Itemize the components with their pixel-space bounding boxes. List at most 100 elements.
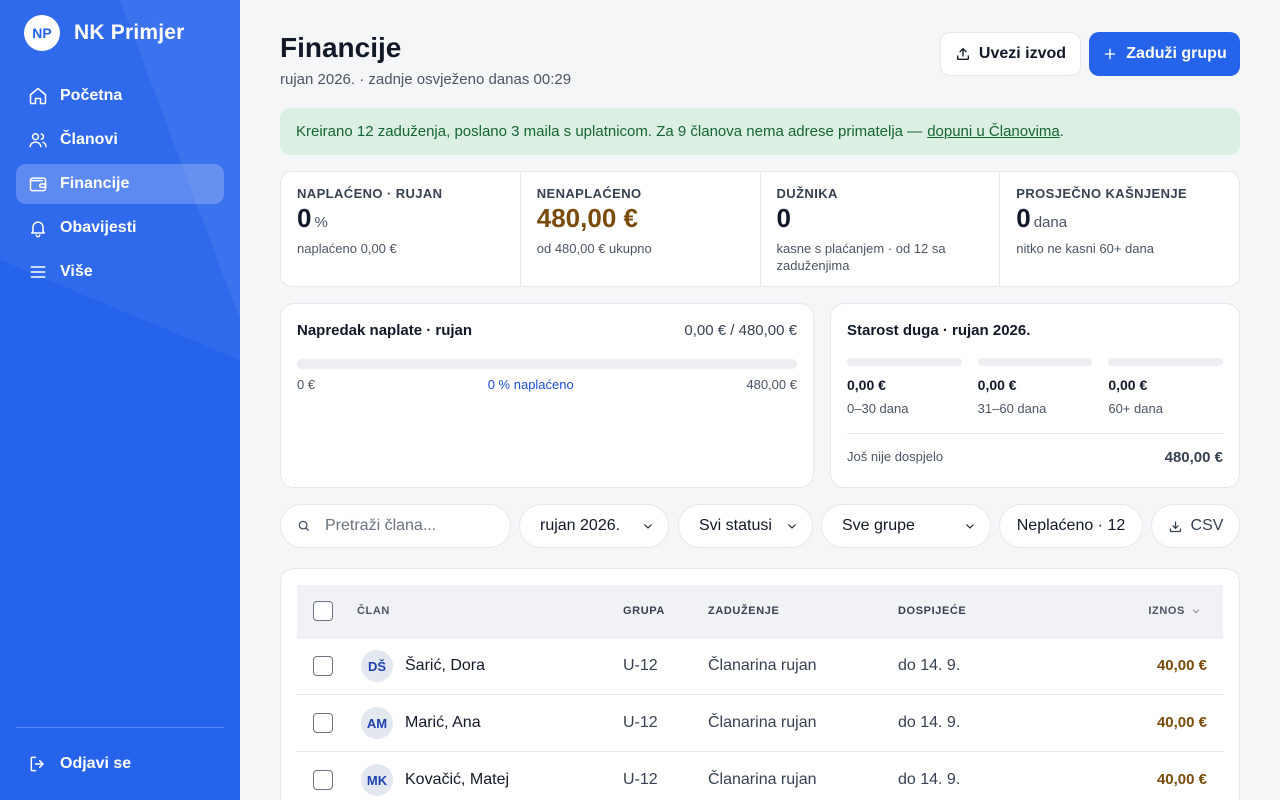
aging-label: 60+ dana	[1108, 401, 1163, 416]
progress-bar	[297, 359, 797, 369]
sidebar-item-financije[interactable]: Financije	[16, 164, 224, 204]
row-checkbox[interactable]	[313, 713, 333, 733]
sidebar-item-label: Članovi	[60, 131, 118, 148]
charge-group-button[interactable]: Zaduži grupu	[1089, 32, 1240, 76]
month-select-value: rujan 2026.	[540, 517, 621, 534]
progress-max-label: 480,00 €	[746, 377, 797, 392]
sidebar-nav: Početna Članovi Financije Obavijesti Viš…	[16, 76, 224, 296]
filter-bar: Pretraži člana... rujan 2026. Svi status…	[280, 504, 1240, 550]
cell-amount: 40,00 €	[1156, 714, 1207, 731]
stat-note: naplaćeno 0,00 €	[297, 240, 397, 256]
upload-statement-button[interactable]: Uvezi izvod	[940, 32, 1081, 76]
stat-debtors: DUŽNIKA 0 kasne s plaćanjem · od 12 sa z…	[761, 172, 1001, 286]
select-all-checkbox[interactable]	[313, 601, 333, 621]
users-icon	[28, 130, 48, 150]
home-icon	[28, 86, 48, 106]
sidebar: NP NK Primjer Početna Članovi Financije …	[0, 0, 240, 800]
upload-label: Uvezi izvod	[978, 45, 1067, 62]
aging-bucket: 0,00 € 0–30 dana	[847, 358, 962, 416]
cell-charge: Članarina rujan	[708, 771, 817, 788]
stat-unit: %	[314, 214, 328, 231]
not-due-label: Još nije dospjelo	[847, 449, 944, 464]
logout-label: Odjavi se	[60, 755, 132, 772]
cell-group: U-12	[623, 771, 658, 788]
row-checkbox[interactable]	[313, 770, 333, 790]
cell-group: U-12	[623, 714, 658, 731]
aging-bucket: 0,00 € 31–60 dana	[977, 358, 1093, 416]
column-group[interactable]: GRUPA	[623, 605, 708, 617]
column-member[interactable]: ČLAN	[357, 605, 623, 617]
aging-bar	[847, 358, 962, 366]
sidebar-item-label: Obavijesti	[60, 219, 137, 236]
search-placeholder: Pretraži člana...	[325, 517, 437, 534]
chevron-down-icon	[788, 524, 796, 529]
sort-chevron-icon	[1192, 609, 1200, 614]
member-name[interactable]: Šarić, Dora	[405, 657, 485, 675]
upload-icon	[956, 48, 969, 60]
table-row[interactable]: DŠ Šarić, Dora U-12 Članarina rujan do 1…	[297, 638, 1223, 695]
status-select[interactable]: Svi statusi	[678, 504, 813, 548]
progress-percent-label: 0 % naplaćeno	[487, 377, 574, 392]
aging-bar	[1108, 358, 1224, 366]
aging-bucket: 0,00 € 60+ dana	[1108, 358, 1224, 416]
logout-area: Odjavi se	[16, 744, 224, 788]
search-icon	[298, 520, 310, 532]
column-charge[interactable]: ZADUŽENJE	[708, 605, 898, 617]
debt-aging-card: Starost duga · rujan 2026. 0,00 € 0–30 d…	[830, 303, 1240, 488]
table-row[interactable]: MK Kovačić, Matej U-12 Članarina rujan d…	[297, 752, 1223, 800]
stat-value: 0	[776, 203, 791, 233]
sidebar-divider	[16, 727, 224, 728]
month-select[interactable]: rujan 2026.	[519, 504, 669, 548]
stat-label: PROSJEČNO KAŠNJENJE	[1016, 186, 1188, 201]
card-title: Starost duga · rujan 2026.	[847, 322, 1031, 339]
alert-text: Kreirano 12 zaduženja, poslano 3 maila s…	[296, 123, 923, 140]
stats-strip: NAPLAĆENO · RUJAN 0% naplaćeno 0,00 € NE…	[280, 171, 1240, 287]
page-title: Financije	[280, 32, 402, 63]
cell-due: do 14. 9.	[898, 771, 961, 788]
column-due[interactable]: DOSPIJEĆE	[898, 605, 1098, 617]
wallet-icon	[28, 174, 48, 194]
search-input[interactable]: Pretraži člana...	[280, 504, 511, 548]
avatar: DŠ	[361, 650, 393, 682]
aging-bar	[977, 358, 1093, 366]
alert-tail: .	[1059, 123, 1064, 140]
table-header: ČLAN GRUPA ZADUŽENJE DOSPIJEĆE IZNOS	[297, 585, 1223, 638]
status-select-value: Svi statusi	[699, 517, 772, 534]
stat-collected: NAPLAĆENO · RUJAN 0% naplaćeno 0,00 €	[281, 172, 521, 286]
collection-progress-card: Napredak naplate · rujan 0,00 € / 480,00…	[280, 303, 814, 488]
aging-value: 0,00 €	[977, 377, 1017, 393]
sidebar-item-pocetna[interactable]: Početna	[16, 76, 224, 116]
unpaid-filter-toggle[interactable]: Neplaćeno · 12	[999, 504, 1143, 548]
not-due-row: Još nije dospjelo 480,00 €	[847, 433, 1223, 466]
charges-table: ČLAN GRUPA ZADUŽENJE DOSPIJEĆE IZNOS DŠ …	[280, 568, 1240, 800]
cell-due: do 14. 9.	[898, 657, 961, 674]
alert-link[interactable]: dopuni u Članovima	[927, 123, 1060, 140]
sidebar-item-obavijesti[interactable]: Obavijesti	[16, 208, 224, 248]
cell-amount: 40,00 €	[1156, 771, 1207, 788]
stat-number: 0	[297, 203, 312, 233]
csv-export-button[interactable]: CSV	[1151, 504, 1240, 548]
logout-button[interactable]: Odjavi se	[16, 744, 224, 784]
progress-meta: 0,00 € / 480,00 €	[684, 322, 797, 339]
group-select[interactable]: Sve grupe	[821, 504, 991, 548]
stat-value: 480,00 €	[536, 203, 638, 233]
cell-due: do 14. 9.	[898, 714, 961, 731]
stat-uncollected: NENAPLAĆENO 480,00 € od 480,00 € ukupno	[521, 172, 761, 286]
row-checkbox[interactable]	[313, 656, 333, 676]
member-name[interactable]: Kovačić, Matej	[405, 771, 509, 789]
stat-value: 0 dana	[1016, 203, 1223, 234]
plus-icon	[1104, 48, 1116, 60]
stat-label: NENAPLAĆENO	[536, 186, 642, 201]
brand[interactable]: NP NK Primjer	[24, 15, 185, 51]
sidebar-item-clanovi[interactable]: Članovi	[16, 120, 224, 160]
group-select-value: Sve grupe	[842, 517, 915, 534]
member-name[interactable]: Marić, Ana	[405, 714, 481, 732]
cell-charge: Članarina rujan	[708, 657, 817, 674]
column-amount[interactable]: IZNOS	[1098, 605, 1223, 617]
success-alert: Kreirano 12 zaduženja, poslano 3 maila s…	[280, 108, 1240, 155]
brand-name: NK Primjer	[74, 21, 185, 44]
sidebar-item-vise[interactable]: Više	[16, 252, 224, 292]
table-row[interactable]: AM Marić, Ana U-12 Članarina rujan do 14…	[297, 695, 1223, 752]
avatar: MK	[361, 764, 393, 796]
page-subtitle: rujan 2026. · zadnje osvježeno danas 00:…	[280, 71, 572, 88]
